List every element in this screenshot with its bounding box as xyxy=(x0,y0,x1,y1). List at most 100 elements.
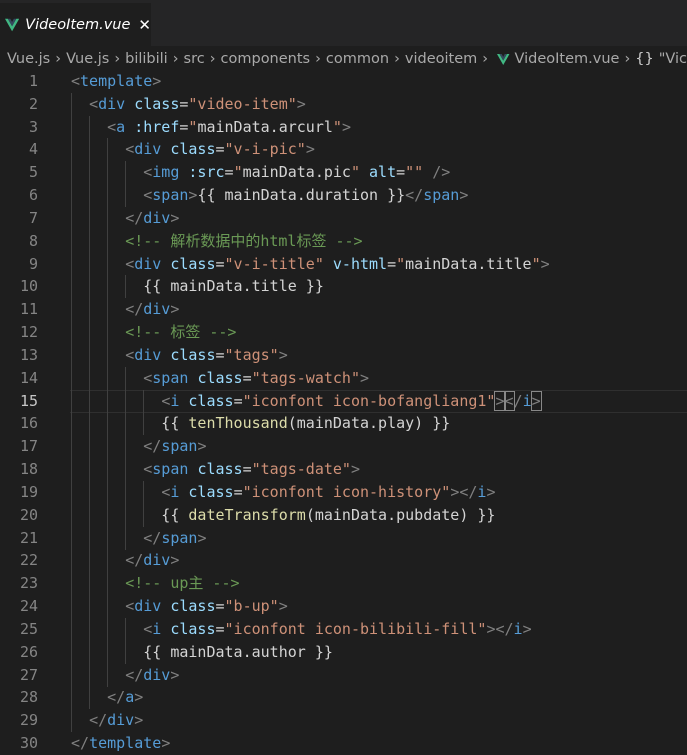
line-number: 2 xyxy=(28,94,38,113)
code-text: <i class="iconfont icon-history"></i> xyxy=(71,481,495,504)
line-number: 4 xyxy=(28,140,38,159)
code-token: > xyxy=(296,94,306,113)
code-text: {{ mainData.author }} xyxy=(71,641,333,664)
code-token: > xyxy=(134,688,144,707)
code-token: {{ xyxy=(71,505,189,524)
breadcrumb-item[interactable]: components xyxy=(221,51,311,67)
code-text: </template> xyxy=(71,732,170,755)
code-token: > xyxy=(305,140,315,159)
code-text: </div> xyxy=(71,664,179,687)
code-line[interactable]: 28 </a> xyxy=(0,686,687,710)
chevron-right-icon: › xyxy=(209,51,216,67)
code-line[interactable]: 2 <div class="video-item"> xyxy=(0,92,687,116)
code-line[interactable]: 30 </template> xyxy=(0,732,687,755)
code-token: > xyxy=(197,528,207,547)
code-line[interactable]: 18 <span class="tags-date"> xyxy=(0,458,687,482)
code-token: "b-up" xyxy=(224,597,279,616)
code-token: "tags-date" xyxy=(251,460,351,479)
chevron-right-icon: › xyxy=(172,51,179,67)
breadcrumb: Vue.js › Vue.js › bilibili › src › compo… xyxy=(0,46,687,72)
code-token: span xyxy=(152,186,189,205)
chevron-right-icon: › xyxy=(315,51,321,67)
code-line[interactable]: 9 <div class="v-i-title" v-html="mainDat… xyxy=(0,252,687,276)
chevron-right-icon: › xyxy=(482,51,489,67)
chevron-right-icon: › xyxy=(114,51,121,67)
code-line[interactable]: 27 </div> xyxy=(0,663,687,687)
code-text: <div class="v-i-pic"> xyxy=(71,138,315,161)
breadcrumb-item[interactable]: videoitem xyxy=(405,51,477,67)
breadcrumb-item[interactable]: src xyxy=(184,51,205,67)
breadcrumb-item[interactable]: common xyxy=(326,51,389,67)
line-number: 24 xyxy=(19,597,38,616)
code-line[interactable]: 17 </span> xyxy=(0,435,687,459)
code-token: " xyxy=(332,117,342,136)
code-token: template xyxy=(80,72,153,90)
code-line[interactable]: 5 <img :src="mainData.pic" alt="" /> xyxy=(0,161,687,185)
code-line[interactable]: 21 </span> xyxy=(0,526,687,550)
code-line[interactable]: 4 <div class="v-i-pic"> xyxy=(0,138,687,162)
code-token: < xyxy=(143,619,153,638)
code-token: :src xyxy=(188,163,225,182)
code-token: class xyxy=(188,391,234,410)
code-line[interactable]: 1 <template> xyxy=(0,70,687,93)
code-text: <div class="video-item"> xyxy=(71,93,306,116)
code-line[interactable]: 15 < i class="iconfont icon-bofangliang1"… xyxy=(0,389,687,413)
line-number: 5 xyxy=(28,163,38,182)
code-line[interactable]: 25 <i class="iconfont icon-bilibili-fill… xyxy=(0,617,687,641)
code-token: < xyxy=(143,460,153,479)
code-line[interactable]: 20 {{ dateTransform(mainData.pubdate) }} xyxy=(0,503,687,527)
code-line[interactable]: 23 <!-- up主 --> xyxy=(0,572,687,596)
code-token: < xyxy=(89,94,99,113)
code-text: </div> xyxy=(71,298,179,321)
line-number: 6 xyxy=(28,186,38,205)
code-token: = xyxy=(387,254,397,273)
code-line[interactable]: 3 <a :href="mainData.arcurl"> xyxy=(0,115,687,139)
code-text: </div> xyxy=(71,549,179,572)
code-line[interactable]: 19 <i class="iconfont icon-history"></i> xyxy=(0,480,687,504)
close-icon[interactable]: ✕ xyxy=(138,16,151,34)
code-line[interactable]: 12 <!-- 标签 --> xyxy=(0,321,687,345)
tab-videoitem[interactable]: VideoItem.vue ✕ xyxy=(0,3,151,46)
code-line[interactable]: 10 {{ mainData.title }} xyxy=(0,275,687,299)
code-text: <div class="b-up"> xyxy=(71,595,288,618)
code-line[interactable]: 7 </div> xyxy=(0,206,687,230)
code-text: <img :src="mainData.pic" alt="" /> xyxy=(71,161,450,184)
breadcrumb-item[interactable]: Vue.js xyxy=(7,51,50,67)
code-line[interactable]: 22 </div> xyxy=(0,549,687,573)
code-token: div xyxy=(107,711,135,730)
code-line[interactable]: 8 <!-- 解析数据中的html标签 --> xyxy=(0,229,687,253)
breadcrumb-symbol[interactable]: "Vic xyxy=(659,51,687,67)
code-line[interactable]: 16 {{ tenThousand(mainData.play) }} xyxy=(0,412,687,436)
code-token: mainData.arcurl xyxy=(197,117,333,136)
code-token: </ xyxy=(143,437,162,456)
code-line[interactable]: 24 <div class="b-up"> xyxy=(0,595,687,619)
breadcrumb-file[interactable]: VideoItem.vue xyxy=(515,51,620,67)
code-token: "v-i-title" xyxy=(224,254,324,273)
code-token: "v-i-pic" xyxy=(224,140,306,159)
code-line[interactable]: 11 </div> xyxy=(0,298,687,322)
code-token: " xyxy=(531,254,541,273)
code-line[interactable]: 29 </div> xyxy=(0,709,687,733)
code-token: = xyxy=(215,140,225,159)
code-line[interactable]: 6 <span>{{ mainData.duration }}</span> xyxy=(0,184,687,208)
breadcrumb-item[interactable]: bilibili xyxy=(125,51,168,67)
code-line[interactable]: 26 {{ mainData.author }} xyxy=(0,640,687,664)
breadcrumb-item[interactable]: Vue.js xyxy=(66,51,109,67)
code-token: > xyxy=(494,390,506,411)
code-token: > xyxy=(530,390,542,411)
code-editor[interactable]: 1 <template> 2 <div class="video-item"> 3 <… xyxy=(0,70,687,754)
code-text: <span class="tags-date"> xyxy=(71,458,360,481)
code-token: span xyxy=(152,368,189,387)
code-line[interactable]: 13 <div class="tags"> xyxy=(0,343,687,367)
code-line[interactable]: 14 <span class="tags-watch"> xyxy=(0,366,687,390)
